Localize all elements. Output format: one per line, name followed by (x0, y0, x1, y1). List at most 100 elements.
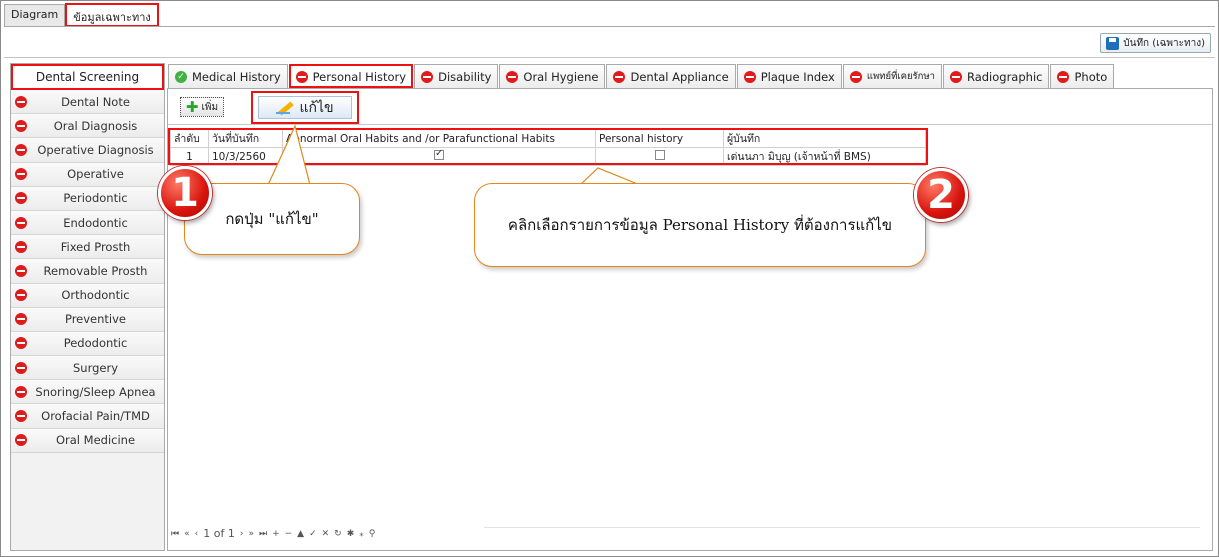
nav-prev-icon[interactable]: ‹ (195, 529, 199, 539)
check-circle-icon: ✓ (175, 70, 187, 83)
tab-disability[interactable]: Disability (414, 64, 499, 88)
tab-dental-appliance[interactable]: Dental Appliance (606, 64, 736, 88)
tab-radiographic[interactable]: Radiographic (942, 64, 1050, 88)
sidebar-item-label: Oral Diagnosis (53, 118, 138, 133)
sidebar-item-label: Endodontic (63, 215, 128, 230)
sidebar-item-oral-diagnosis[interactable]: Oral Diagnosis (11, 114, 164, 139)
no-entry-icon (15, 240, 27, 253)
no-entry-icon (421, 70, 434, 83)
tab-label: Medical History (192, 69, 281, 84)
tab-photo[interactable]: Photo (1050, 64, 1115, 88)
no-entry-icon (15, 143, 27, 156)
no-entry-icon (1057, 70, 1070, 83)
callout-1-text: กดปุ่ม "แก้ไข" (225, 210, 319, 228)
sidebar-item-surgery[interactable]: Surgery (11, 356, 164, 381)
record-navigator: ⏮ « ‹ 1 of 1 › » ⏭ + − ▲ ✓ ✕ ↻ ✱ ⁎ ⚲ (171, 527, 375, 540)
sidebar-item-label: Dental Note (61, 94, 130, 109)
tab-personal-history[interactable]: Personal History (288, 64, 414, 88)
sidebar-item-fixed-prosth[interactable]: Fixed Prosth (11, 235, 164, 260)
tab-label: Disability (438, 69, 492, 84)
nav-last-icon[interactable]: ⏭ (259, 529, 267, 539)
nav-first-icon[interactable]: ⏮ (171, 529, 179, 539)
no-entry-icon (506, 70, 519, 83)
tab-label: Radiographic (966, 69, 1043, 84)
callout-1-number: 1 (171, 170, 199, 216)
nav-goto-icon[interactable]: ⁎ (359, 529, 364, 539)
nav-add-icon[interactable]: + (272, 529, 280, 539)
nav-refresh-icon[interactable]: ↻ (334, 529, 342, 539)
tab-diagram[interactable]: Diagram (4, 4, 66, 26)
tab-previous-doctor[interactable]: แพทย์ที่เคยรักษา (842, 64, 942, 88)
sidebar-item-label: Operative (67, 167, 124, 182)
sidebar-item-operative[interactable]: Operative (11, 162, 164, 187)
no-entry-icon (15, 410, 27, 423)
sidebar-item-dental-note[interactable]: Dental Note (11, 90, 164, 115)
no-entry-icon (15, 289, 27, 302)
sidebar-item-label: Snoring/Sleep Apnea (35, 384, 156, 399)
no-entry-icon (15, 434, 27, 447)
sidebar-item-snoring-sleep-apnea[interactable]: Snoring/Sleep Apnea (11, 380, 164, 405)
nav-cancel-icon[interactable]: ✕ (322, 529, 330, 539)
pencil-icon (276, 100, 294, 116)
no-entry-icon (15, 216, 27, 229)
nav-save-icon[interactable]: ✓ (309, 529, 317, 539)
nav-page-text: 1 of 1 (203, 527, 235, 540)
tab-label: Oral Hygiene (523, 69, 599, 84)
row-highlight-box (168, 128, 928, 165)
callout-2-bubble: คลิกเลือกรายการข้อมูล Personal History ท… (474, 183, 926, 267)
sidebar-item-label: Pedodontic (63, 336, 128, 351)
add-button[interactable]: ✚ เพิ่ม (180, 97, 224, 117)
edit-button-label: แก้ไข (299, 99, 334, 116)
tab-medical-history[interactable]: ✓ Medical History (168, 64, 288, 88)
sidebar-item-orofacial-pain-tmd[interactable]: Orofacial Pain/TMD (11, 404, 164, 429)
tab-label: Plaque Index (760, 69, 835, 84)
sidebar-item-label: Surgery (72, 360, 119, 375)
tab-label: Personal History (312, 69, 407, 84)
sidebar-item-removable-prosth[interactable]: Removable Prosth (11, 259, 164, 284)
nav-filter-icon[interactable]: ⚲ (369, 529, 376, 539)
save-specialty-button[interactable]: บันทึก (เฉพาะทาง) (1100, 33, 1211, 53)
nav-prev-page-icon[interactable]: « (184, 529, 190, 539)
sidebar-item-label: Orofacial Pain/TMD (41, 409, 150, 424)
sidebar: Dental Screening Dental Note Oral Diagno… (10, 63, 165, 551)
nav-next-icon[interactable]: › (240, 529, 244, 539)
no-entry-icon (15, 119, 27, 132)
sidebar-item-oral-medicine[interactable]: Oral Medicine (11, 428, 164, 453)
sidebar-item-dental-screening[interactable]: Dental Screening (11, 64, 164, 90)
save-button-label: บันทึก (เฉพาะทาง) (1123, 37, 1205, 49)
no-entry-icon (613, 70, 626, 83)
no-entry-icon (743, 70, 756, 83)
no-entry-icon (15, 192, 27, 205)
no-entry-icon (15, 95, 27, 108)
nav-next-page-icon[interactable]: » (248, 529, 254, 539)
no-entry-icon (15, 361, 27, 374)
sidebar-item-preventive[interactable]: Preventive (11, 307, 164, 332)
nav-delete-icon[interactable]: − (285, 529, 293, 539)
sidebar-item-operative-diagnosis[interactable]: Operative Diagnosis (11, 138, 164, 163)
no-entry-icon (15, 385, 27, 398)
tab-label: แพทย์ที่เคยรักษา (866, 71, 935, 82)
sidebar-item-pedodontic[interactable]: Pedodontic (11, 331, 164, 357)
plus-icon: ✚ (185, 98, 199, 116)
sidebar-header-label: Dental Screening (35, 70, 140, 84)
nav-edit-icon[interactable]: ▲ (297, 529, 304, 539)
tab-oral-hygiene[interactable]: Oral Hygiene (499, 64, 606, 88)
add-button-label: เพิ่ม (201, 101, 219, 113)
tab-plaque-index[interactable]: Plaque Index (736, 64, 842, 88)
horizontal-scrollbar[interactable] (484, 527, 1200, 539)
no-entry-icon (15, 264, 27, 277)
callout-2-number: 2 (927, 172, 955, 218)
callout-2-text: คลิกเลือกรายการข้อมูล Personal History ท… (507, 216, 893, 234)
edit-button[interactable]: แก้ไข (251, 91, 359, 124)
tab-divider (4, 26, 1215, 27)
sidebar-item-endodontic[interactable]: Endodontic (11, 210, 164, 236)
sidebar-item-label: Operative Diagnosis (37, 142, 154, 157)
tab-specialty-data[interactable]: ข้อมูลเฉพาะทาง (65, 3, 159, 27)
callout-2-badge: 2 (914, 168, 968, 222)
sidebar-item-label: Preventive (64, 312, 127, 327)
sidebar-item-orthodontic[interactable]: Orthodontic (11, 283, 164, 308)
sidebar-item-periodontic[interactable]: Periodontic (11, 186, 164, 211)
no-entry-icon (15, 313, 27, 326)
nav-bookmark-icon[interactable]: ✱ (347, 529, 355, 539)
sidebar-item-label: Fixed Prosth (60, 239, 131, 254)
